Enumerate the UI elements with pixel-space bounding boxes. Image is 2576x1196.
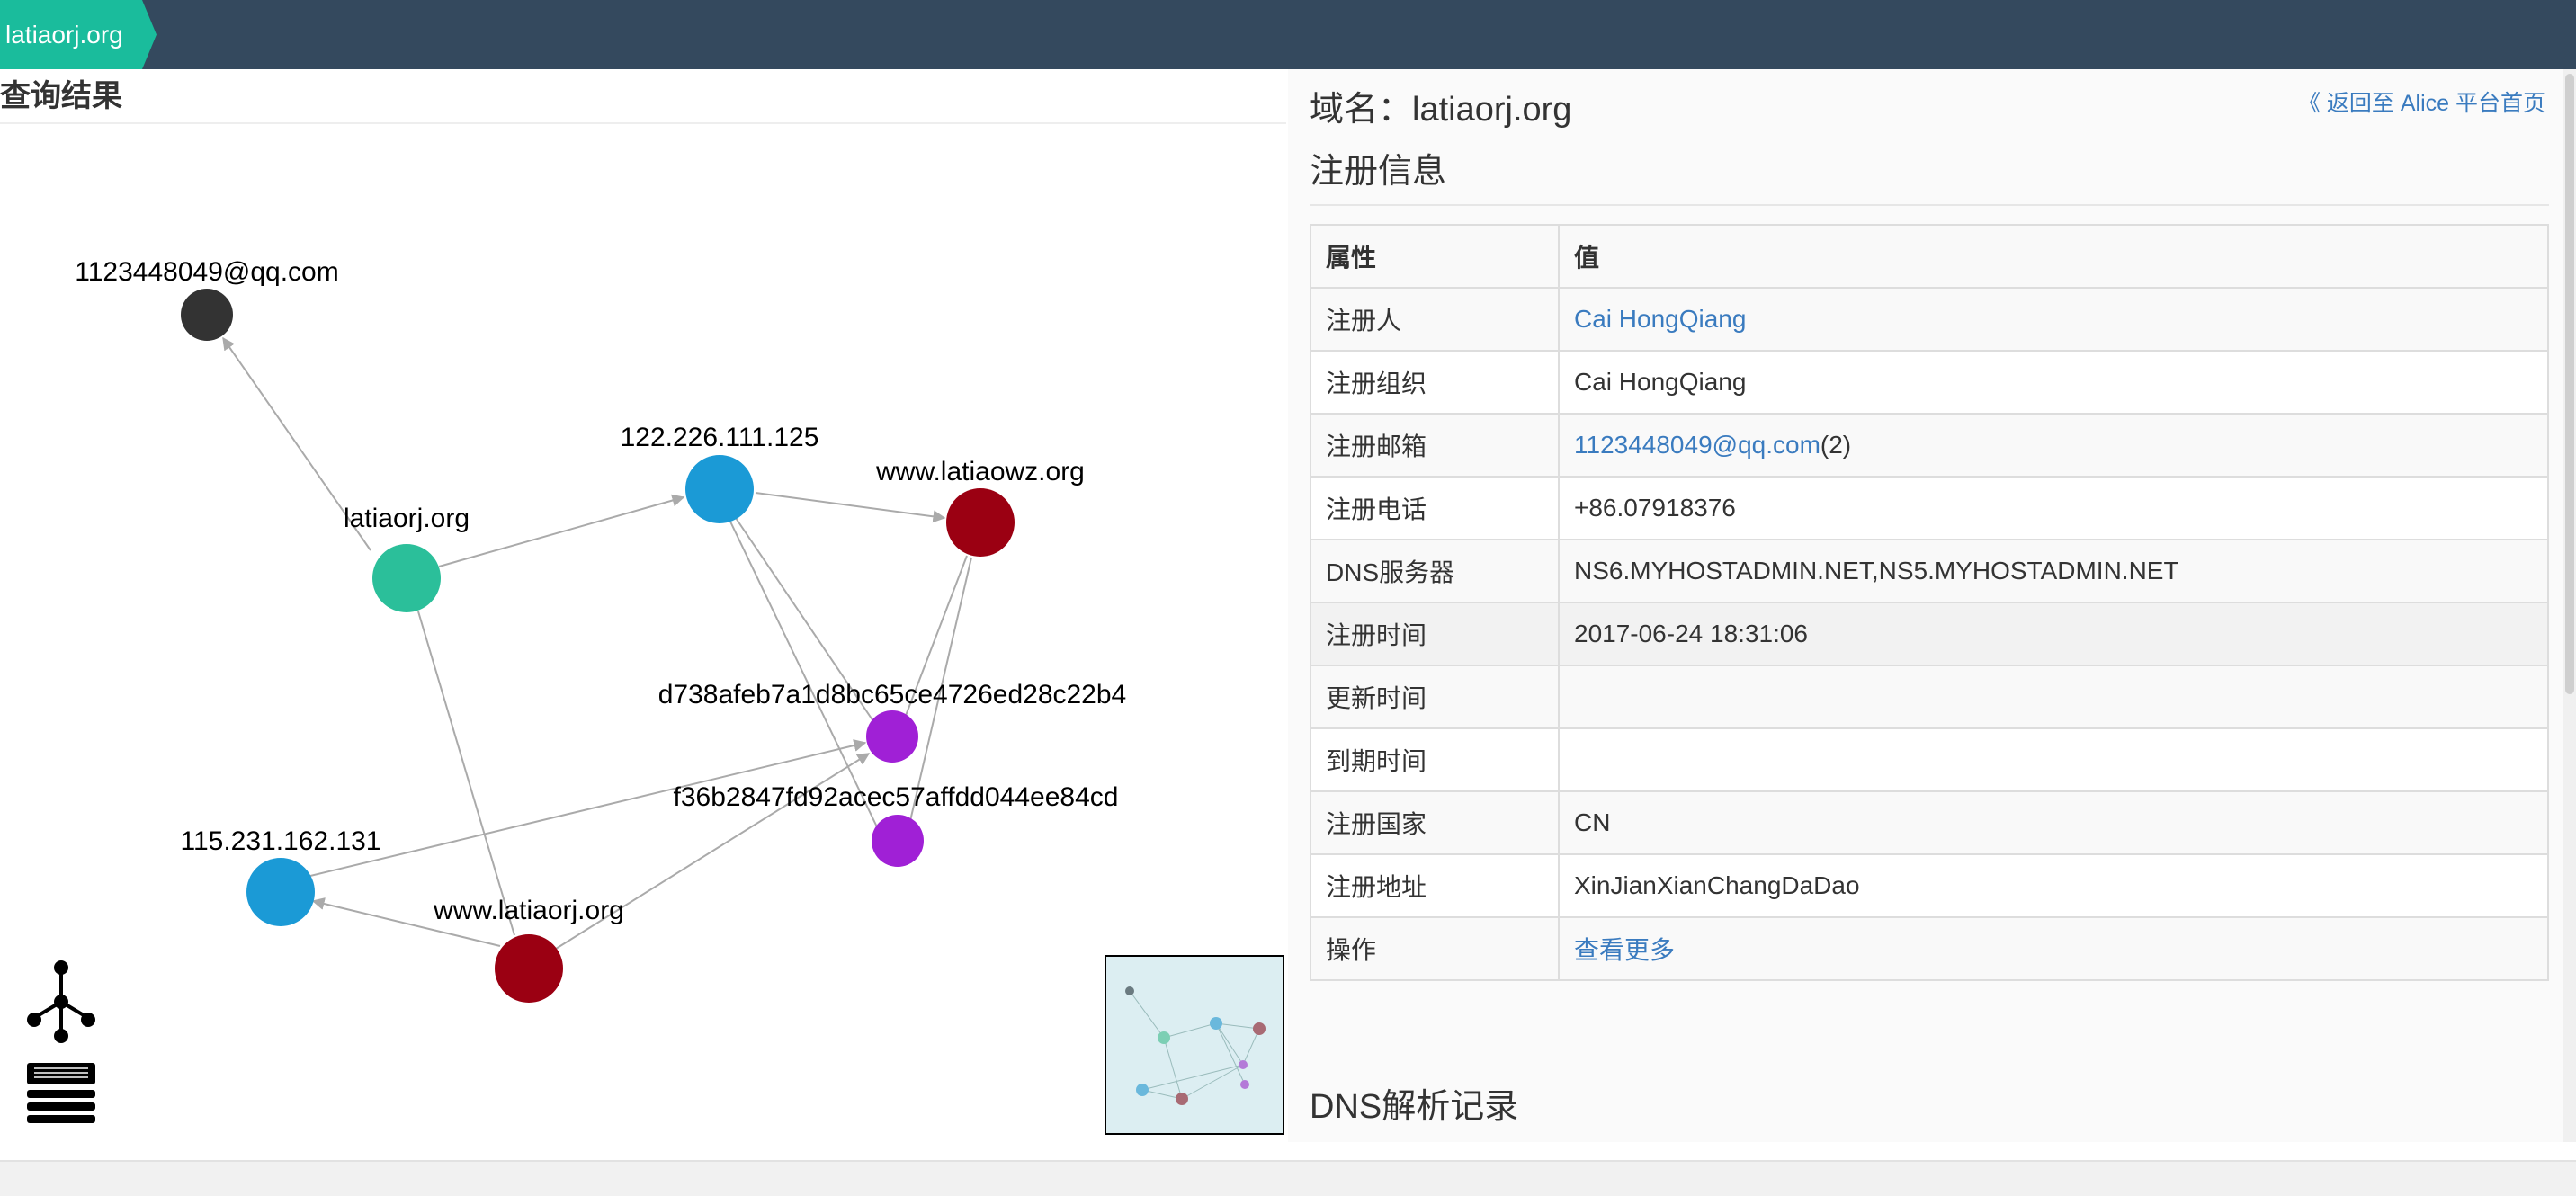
row-attribute: 到期时间 bbox=[1310, 727, 1560, 792]
node-label-email: 1123448049@qq.com bbox=[75, 257, 338, 287]
row-value-cell: Cai HongQiang bbox=[1558, 287, 2549, 352]
table-row-phone: 注册电话 +86.07918376 bbox=[1310, 476, 2549, 540]
row-attribute: 注册邮箱 bbox=[1310, 413, 1560, 478]
dns-section-title: DNS解析记录 bbox=[1310, 1088, 1519, 1126]
back-to-home-link[interactable]: 《 返回至 Alice 平台首页 bbox=[2298, 85, 2545, 121]
edge-ip1-latiaowz bbox=[755, 492, 946, 523]
top-bar: latiaorj.org bbox=[0, 0, 2576, 69]
table-row-country: 注册国家 CN bbox=[1310, 790, 2549, 855]
row-attribute: 注册地址 bbox=[1310, 853, 1560, 918]
email-link[interactable]: 1123448049@qq.com bbox=[1574, 431, 1820, 459]
row-attribute: 更新时间 bbox=[1310, 665, 1560, 729]
row-value: NS6.MYHOSTADMIN.NET,NS5.MYHOSTADMIN.NET bbox=[1558, 539, 2549, 603]
table-row-registrant: 注册人 Cai HongQiang bbox=[1310, 287, 2549, 352]
view-more-link[interactable]: 查看更多 bbox=[1574, 936, 1675, 964]
row-attribute: 注册组织 bbox=[1310, 350, 1560, 415]
node-circle-hash1[interactable] bbox=[866, 710, 918, 763]
row-value bbox=[1558, 665, 2549, 729]
row-value: XinJianXianChangDaDao bbox=[1558, 853, 2549, 918]
relationship-graph[interactable]: 1123448049@qq.com latiaorj.org 122.226.1… bbox=[0, 126, 1286, 1151]
node-circle-email[interactable] bbox=[181, 289, 233, 341]
row-attribute: 注册人 bbox=[1310, 287, 1560, 352]
edge-latiaorj-wwwlatiaorj bbox=[417, 611, 515, 936]
domain-detail-panel: 域名：latiaorj.org 《 返回至 Alice 平台首页 注册信息 属性… bbox=[1288, 69, 2563, 1142]
table-row-actions: 操作 查看更多 bbox=[1310, 916, 2549, 981]
domain-breadcrumb-tab[interactable]: latiaorj.org bbox=[0, 0, 157, 69]
row-value-cell: 1123448049@qq.com(2) bbox=[1558, 413, 2549, 478]
email-count: (2) bbox=[1820, 431, 1852, 459]
row-attribute: 操作 bbox=[1310, 916, 1560, 981]
results-title: 查询结果 bbox=[0, 79, 122, 113]
row-value bbox=[1558, 727, 2549, 792]
row-value: CN bbox=[1558, 790, 2549, 855]
row-value: Cai HongQiang bbox=[1558, 350, 2549, 415]
graph-node-email[interactable]: 1123448049@qq.com bbox=[75, 257, 339, 341]
node-circle-wwwlatiaorj[interactable] bbox=[495, 934, 563, 1003]
table-row-organization: 注册组织 Cai HongQiang bbox=[1310, 350, 2549, 415]
registration-section-title: 注册信息 bbox=[1310, 153, 1447, 191]
row-value: +86.07918376 bbox=[1558, 476, 2549, 540]
row-attribute: 注册国家 bbox=[1310, 790, 1560, 855]
graph-node-latiaorj[interactable]: latiaorj.org bbox=[344, 504, 470, 612]
list-view-icon[interactable] bbox=[27, 1063, 95, 1124]
node-label-hash2: f36b2847fd92acec57affdd044ee84cd bbox=[674, 782, 1119, 812]
table-row-created: 注册时间 2017-06-24 18:31:06 bbox=[1310, 602, 2549, 666]
row-value: 2017-06-24 18:31:06 bbox=[1558, 602, 2549, 666]
table-row-expires: 到期时间 bbox=[1310, 727, 2549, 792]
graph-node-wwwlatiaorj[interactable]: www.latiaorj.org bbox=[433, 896, 624, 1003]
registration-table: 属性 值 注册人 Cai HongQiang 注册组织 Cai HongQian… bbox=[1310, 224, 2549, 981]
registrant-link[interactable]: Cai HongQiang bbox=[1574, 305, 1746, 333]
edge-ip2-hash1 bbox=[287, 739, 867, 882]
column-header-value: 值 bbox=[1558, 224, 2549, 289]
table-row-email: 注册邮箱 1123448049@qq.com(2) bbox=[1310, 413, 2549, 478]
edge-latiaorj-ip1 bbox=[438, 494, 685, 567]
graph-node-hash1[interactable]: d738afeb7a1d8bc65ce4726ed28c22b4 bbox=[658, 680, 1127, 763]
bottom-bar bbox=[0, 1160, 2576, 1196]
table-row-address: 注册地址 XinJianXianChangDaDao bbox=[1310, 853, 2549, 918]
graph-node-ip1[interactable]: 122.226.111.125 bbox=[621, 423, 819, 523]
table-header-row: 属性 值 bbox=[1310, 224, 2549, 289]
network-tree-icon[interactable] bbox=[25, 959, 97, 1045]
scrollbar-thumb[interactable] bbox=[2565, 74, 2574, 694]
node-circle-hash2[interactable] bbox=[872, 815, 924, 867]
row-value-cell: 查看更多 bbox=[1558, 916, 2549, 981]
node-label-ip2: 115.231.162.131 bbox=[181, 826, 381, 856]
row-attribute: 注册时间 bbox=[1310, 602, 1560, 666]
node-circle-ip1[interactable] bbox=[685, 455, 754, 523]
node-label-ip1: 122.226.111.125 bbox=[621, 423, 819, 452]
graph-node-ip2[interactable]: 115.231.162.131 bbox=[181, 826, 381, 926]
node-label-latiaowz: www.latiaowz.org bbox=[875, 457, 1085, 486]
graph-edges bbox=[222, 336, 972, 954]
divider bbox=[1310, 204, 2549, 206]
node-circle-latiaowz[interactable] bbox=[946, 488, 1015, 557]
node-label-hash1: d738afeb7a1d8bc65ce4726ed28c22b4 bbox=[658, 680, 1127, 710]
row-attribute: 注册电话 bbox=[1310, 476, 1560, 540]
minimap-preview bbox=[1125, 986, 1266, 1105]
table-row-updated: 更新时间 bbox=[1310, 665, 2549, 729]
graph-minimap[interactable] bbox=[1105, 955, 1284, 1135]
node-circle-ip2[interactable] bbox=[246, 858, 315, 926]
divider bbox=[0, 122, 1286, 124]
table-row-dns-servers: DNS服务器 NS6.MYHOSTADMIN.NET,NS5.MYHOSTADM… bbox=[1310, 539, 2549, 603]
domain-heading: 域名：latiaorj.org bbox=[1310, 91, 1572, 129]
node-circle-latiaorj[interactable] bbox=[372, 544, 441, 612]
node-label-wwwlatiaorj: www.latiaorj.org bbox=[433, 896, 624, 925]
graph-node-hash2[interactable]: f36b2847fd92acec57affdd044ee84cd bbox=[674, 782, 1119, 867]
row-attribute: DNS服务器 bbox=[1310, 539, 1560, 603]
node-label-latiaorj: latiaorj.org bbox=[344, 504, 470, 533]
graph-node-latiaowz[interactable]: www.latiaowz.org bbox=[875, 457, 1085, 557]
column-header-attribute: 属性 bbox=[1310, 224, 1560, 289]
